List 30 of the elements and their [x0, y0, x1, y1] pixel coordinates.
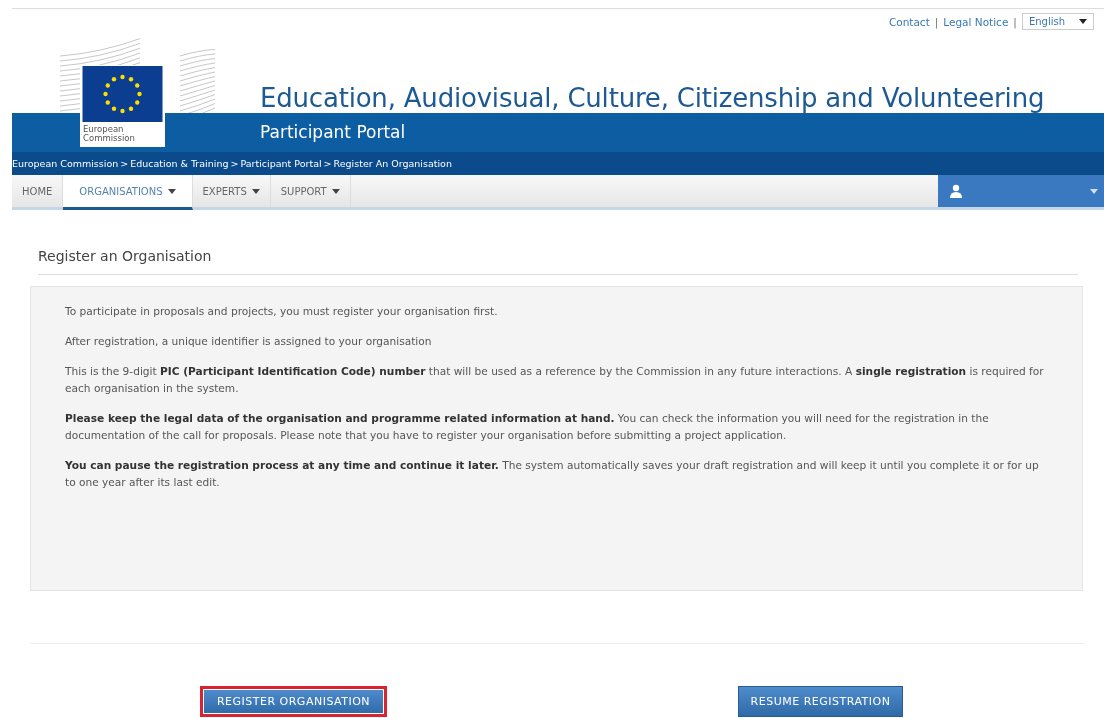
info-paragraph: This is the 9-digit PIC (Participant Identification Code) number that will be used as a reference by the Commission in any future interactions. A single registration is required for each organisation in the system. — [65, 364, 1045, 396]
caret-icon — [1079, 19, 1087, 24]
breadcrumb-link[interactable]: Register An Organisation — [333, 158, 452, 169]
header-link[interactable]: Legal Notice — [943, 15, 1009, 28]
breadcrumb-link[interactable]: Participant Portal — [240, 158, 322, 169]
stars-flag-icon — [81, 66, 164, 122]
site-title: Education, Audiovisual, Culture, Citizenship and Volunteering — [260, 83, 1045, 113]
separator: | — [1013, 15, 1017, 28]
separator: | — [934, 15, 939, 28]
user-menu[interactable] — [938, 175, 1104, 207]
info-paragraph: To participate in proposals and projects, you must register your organisation first. — [65, 304, 499, 319]
breadcrumb-separator: > — [323, 158, 332, 169]
info-paragraph: You can pause the registration process at any time and continue it later. The system automatically saves your draft registration and will keep it until you complete it or for up to one year after its last edit. — [65, 458, 1040, 490]
page-heading: Register an Organisation — [38, 248, 1078, 275]
language-select[interactable]: English — [1021, 13, 1094, 30]
info-paragraph: After registration, a unique identifier is assigned to your organisation — [65, 334, 433, 349]
nav-tab[interactable]: SUPPORT — [270, 175, 351, 207]
breadcrumb-separator: > — [120, 158, 129, 169]
action-button[interactable]: REGISTER ORGANISATION — [199, 686, 388, 717]
breadcrumb-separator: > — [230, 158, 239, 169]
breadcrumb-link[interactable]: European Commission — [12, 158, 119, 169]
info-paragraph: Please keep the legal data of the organisation and programme related information at hand. You can check the information you will need for the registration in the documentation of the call for proposals. Please note that you have to register your organisation before submitting a project application. — [65, 411, 990, 443]
action-button[interactable]: RESUME REGISTRATION — [737, 686, 904, 717]
caret-icon — [1090, 188, 1098, 194]
portal-name: Participant Portal — [260, 122, 406, 142]
nav-tab[interactable]: EXPERTS — [192, 175, 271, 207]
header-link[interactable]: Contact — [888, 15, 930, 28]
nav-tab[interactable]: ORGANISATIONS — [63, 175, 193, 210]
user-icon — [950, 184, 962, 198]
breadcrumb-link[interactable]: Education & Training — [130, 158, 229, 169]
